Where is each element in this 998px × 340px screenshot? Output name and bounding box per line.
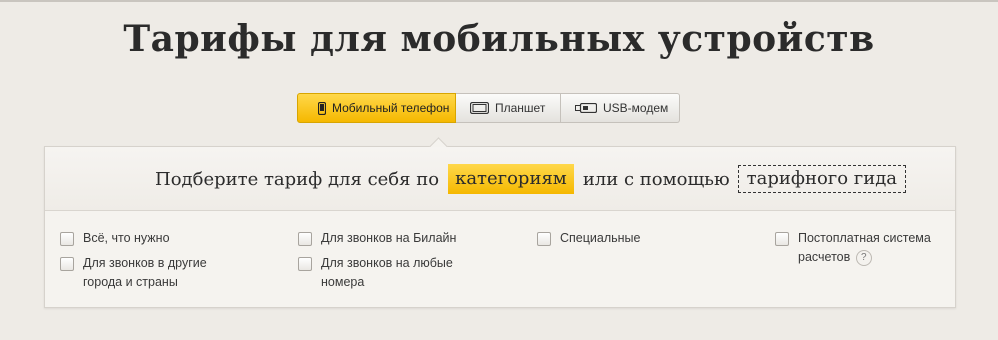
tariff-filter-panel: Подберите тариф для себя по категориям и… xyxy=(44,137,956,308)
selector-bar: Подберите тариф для себя по категориям и… xyxy=(45,147,955,211)
tab-usb-modem[interactable]: USB-модем xyxy=(561,93,680,123)
option-any-numbers[interactable]: Для звонков на любые номера xyxy=(298,254,468,292)
checkbox[interactable] xyxy=(298,232,312,246)
tab-tablet[interactable]: Планшет xyxy=(456,93,561,123)
option-all-you-need[interactable]: Всё, что нужно xyxy=(60,229,260,248)
checkbox[interactable] xyxy=(60,232,74,246)
selector-prefix: Подберите тариф для себя по xyxy=(155,168,440,190)
option-label: Для звонков на любые номера xyxy=(321,256,453,289)
option-special[interactable]: Специальные xyxy=(537,229,737,248)
page-title: Тарифы для мобильных устройств xyxy=(123,18,875,60)
mobile-phone-icon xyxy=(318,101,326,115)
selector-middle: или с помощью xyxy=(582,168,730,190)
tab-tablet-label: Планшет xyxy=(495,101,546,115)
checkbox[interactable] xyxy=(775,232,789,246)
tariff-guide-button[interactable]: тарифного гида xyxy=(737,165,907,193)
usb-modem-icon xyxy=(575,103,597,113)
device-tabs: Мобильный телефон Планшет USB-модем xyxy=(297,93,680,123)
by-category-button[interactable]: категориям xyxy=(448,164,574,194)
tab-mobile-phone-label: Мобильный телефон xyxy=(332,101,450,115)
option-label: Для звонков на Билайн xyxy=(321,231,457,245)
option-text: Постоплатная система расчетов ? xyxy=(798,229,950,267)
tablet-icon xyxy=(470,102,489,114)
option-label: Для звонков в другие города и страны xyxy=(83,256,207,289)
option-postpaid[interactable]: Постоплатная система расчетов ? xyxy=(775,229,950,267)
option-label: Специальные xyxy=(560,231,641,245)
tab-mobile-phone[interactable]: Мобильный телефон xyxy=(297,93,456,123)
checkbox[interactable] xyxy=(60,257,74,271)
selector-row: Подберите тариф для себя по категориям и… xyxy=(155,164,907,194)
option-beeline-calls[interactable]: Для звонков на Билайн xyxy=(298,229,498,248)
option-label: Всё, что нужно xyxy=(83,231,170,245)
help-icon[interactable]: ? xyxy=(855,249,872,266)
checkbox[interactable] xyxy=(537,232,551,246)
checkbox[interactable] xyxy=(298,257,312,271)
tab-usb-modem-label: USB-модем xyxy=(603,101,669,115)
top-border xyxy=(0,0,998,2)
option-intercity-international[interactable]: Для звонков в другие города и страны xyxy=(60,254,230,292)
